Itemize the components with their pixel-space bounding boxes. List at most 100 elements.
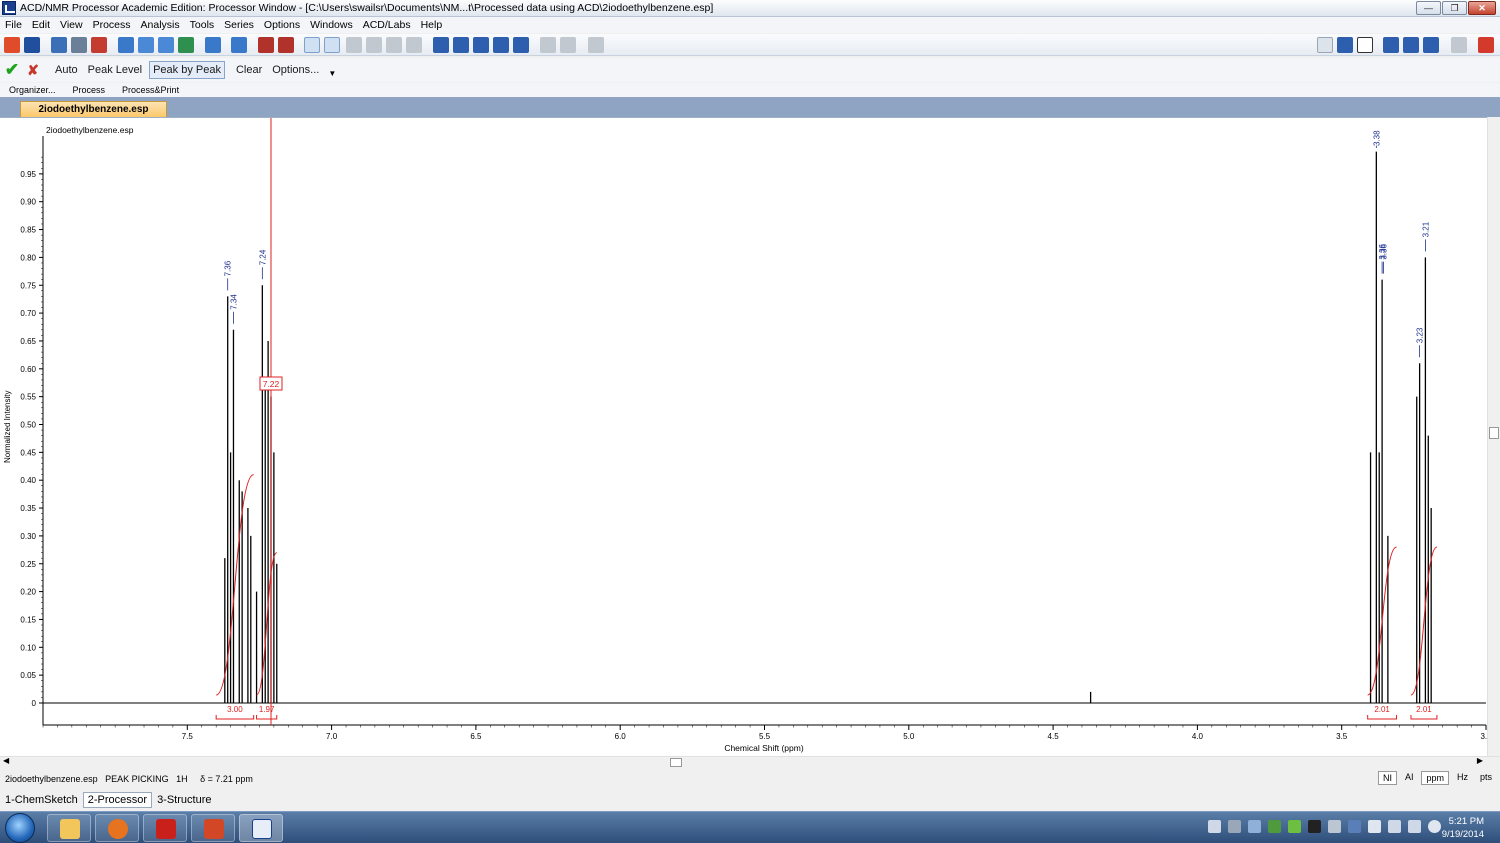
- arrange-icon[interactable]: [1423, 37, 1439, 53]
- table-report-icon[interactable]: [513, 37, 529, 53]
- ai-button[interactable]: AI: [1401, 771, 1418, 785]
- tray-power-icon[interactable]: [1408, 820, 1421, 833]
- reference-icon[interactable]: [406, 37, 422, 53]
- multiplet-view-icon[interactable]: [324, 37, 340, 53]
- zoom-vertical-icon[interactable]: [178, 37, 194, 53]
- powerpoint-task[interactable]: [191, 814, 235, 842]
- peak-shape-icon[interactable]: [560, 37, 576, 53]
- zoom-full-icon[interactable]: [118, 37, 134, 53]
- menu-options[interactable]: Options: [259, 19, 305, 31]
- menu-series[interactable]: Series: [219, 19, 259, 31]
- cursor-group[interactable]: 7.22: [259, 118, 283, 725]
- layout-stack-icon[interactable]: [1337, 37, 1353, 53]
- close-button[interactable]: ✕: [1468, 1, 1496, 15]
- zoom-out-icon[interactable]: [205, 37, 221, 53]
- menu-process[interactable]: Process: [88, 19, 136, 31]
- y-tick-label: 0.75: [20, 281, 36, 290]
- menu-analysis[interactable]: Analysis: [136, 19, 185, 31]
- grid-icon[interactable]: [366, 37, 382, 53]
- tab-organizer[interactable]: Organizer...: [9, 85, 56, 95]
- peak-fit-icon[interactable]: [540, 37, 556, 53]
- menu-acdlabs[interactable]: ACD/Labs: [358, 19, 416, 31]
- table-list-icon[interactable]: [473, 37, 489, 53]
- vertical-scrollbar[interactable]: [1487, 117, 1500, 756]
- tray-flag-icon[interactable]: [1368, 820, 1381, 833]
- menu-file[interactable]: File: [0, 19, 27, 31]
- peak-label: 3.36: [1380, 244, 1389, 260]
- vertical-scroll-thumb[interactable]: [1489, 427, 1499, 439]
- tray-volume-icon[interactable]: [1428, 820, 1441, 833]
- tab-process-print[interactable]: Process&Print: [122, 85, 179, 95]
- table-export-icon[interactable]: [433, 37, 449, 53]
- windows-start-icon[interactable]: [5, 813, 35, 843]
- integration-icon[interactable]: [278, 37, 294, 53]
- taskbar-clock[interactable]: 5:21 PM 9/19/2014: [1442, 815, 1484, 841]
- cancel-x-icon[interactable]: ✘: [24, 61, 42, 79]
- document-tab[interactable]: 2iodoethylbenzene.esp: [20, 101, 167, 117]
- tab-chemsketch[interactable]: 1-ChemSketch: [1, 793, 82, 807]
- close-document-icon[interactable]: [1478, 37, 1494, 53]
- tab-structure[interactable]: 3-Structure: [153, 793, 215, 807]
- open-icon[interactable]: [4, 37, 20, 53]
- phase-icon[interactable]: [346, 37, 362, 53]
- toolbar-overflow-icon[interactable]: ▼: [328, 69, 336, 78]
- tab-processor[interactable]: 2-Processor: [82, 791, 153, 808]
- tray-app-icon[interactable]: [1308, 820, 1321, 833]
- tray-sync-icon[interactable]: [1248, 820, 1261, 833]
- compare-icon[interactable]: [1383, 37, 1399, 53]
- menu-tools[interactable]: Tools: [185, 19, 220, 31]
- hz-button[interactable]: Hz: [1453, 771, 1472, 785]
- tray-monitor-icon[interactable]: [1388, 820, 1401, 833]
- save-icon[interactable]: [24, 37, 40, 53]
- magnify-icon[interactable]: [231, 37, 247, 53]
- ni-button[interactable]: NI: [1377, 771, 1397, 785]
- tray-update-icon[interactable]: [1288, 820, 1301, 833]
- scroll-right-arrow[interactable]: ▶: [1477, 756, 1483, 765]
- layout-single-icon[interactable]: [1357, 37, 1373, 53]
- minimize-button[interactable]: —: [1416, 1, 1441, 15]
- peak-by-peak-button[interactable]: Peak by Peak: [149, 61, 225, 79]
- tray-security-icon[interactable]: [1268, 820, 1281, 833]
- acd-nmr-task[interactable]: [239, 814, 283, 842]
- menu-view[interactable]: View: [55, 19, 88, 31]
- print-preview-icon[interactable]: [51, 37, 67, 53]
- zoom-in-icon[interactable]: [138, 37, 154, 53]
- menu-edit[interactable]: Edit: [27, 19, 55, 31]
- baseline-icon[interactable]: [386, 37, 402, 53]
- horizontal-scrollbar[interactable]: ◀ ▶: [0, 756, 1500, 768]
- peak-level-button[interactable]: Peak Level: [85, 62, 145, 78]
- spectrum-plot-area[interactable]: 2iodoethylbenzene.esp Normalized Intensi…: [0, 117, 1500, 756]
- peak-picking-icon[interactable]: [258, 37, 274, 53]
- table-2d-icon[interactable]: [493, 37, 509, 53]
- explorer-task[interactable]: [47, 814, 91, 842]
- export-pdf-icon[interactable]: [91, 37, 107, 53]
- settings-icon[interactable]: [1451, 37, 1467, 53]
- acrobat-task[interactable]: [143, 814, 187, 842]
- firefox-task[interactable]: [95, 814, 139, 842]
- tray-bluetooth-icon[interactable]: [1228, 820, 1241, 833]
- horizontal-scroll-thumb[interactable]: [670, 758, 682, 767]
- print-icon[interactable]: [71, 37, 87, 53]
- menu-windows[interactable]: Windows: [305, 19, 358, 31]
- menu-help[interactable]: Help: [416, 19, 448, 31]
- pts-button[interactable]: pts: [1476, 771, 1496, 785]
- tray-display-icon[interactable]: [1328, 820, 1341, 833]
- ppm-button[interactable]: ppm: [1421, 771, 1449, 785]
- clear-button[interactable]: Clear: [233, 62, 265, 78]
- restore-button[interactable]: ❐: [1442, 1, 1467, 15]
- spectrum-view-icon[interactable]: [304, 37, 320, 53]
- zoom-region-icon[interactable]: [158, 37, 174, 53]
- layout-list-icon[interactable]: [1317, 37, 1333, 53]
- accept-check-icon[interactable]: ✔: [3, 61, 21, 79]
- tray-network-icon[interactable]: [1208, 820, 1221, 833]
- simulation-icon[interactable]: [588, 37, 604, 53]
- peaks-group: [224, 151, 1432, 703]
- auto-button[interactable]: Auto: [52, 62, 81, 78]
- overlay-icon[interactable]: [1403, 37, 1419, 53]
- tab-process[interactable]: Process: [73, 85, 106, 95]
- options-button[interactable]: Options...: [269, 62, 322, 78]
- table-import-icon[interactable]: [453, 37, 469, 53]
- scroll-left-arrow[interactable]: ◀: [3, 756, 9, 765]
- tray-bt-icon[interactable]: [1348, 820, 1361, 833]
- spectrum-chart[interactable]: 2iodoethylbenzene.esp Normalized Intensi…: [0, 118, 1492, 756]
